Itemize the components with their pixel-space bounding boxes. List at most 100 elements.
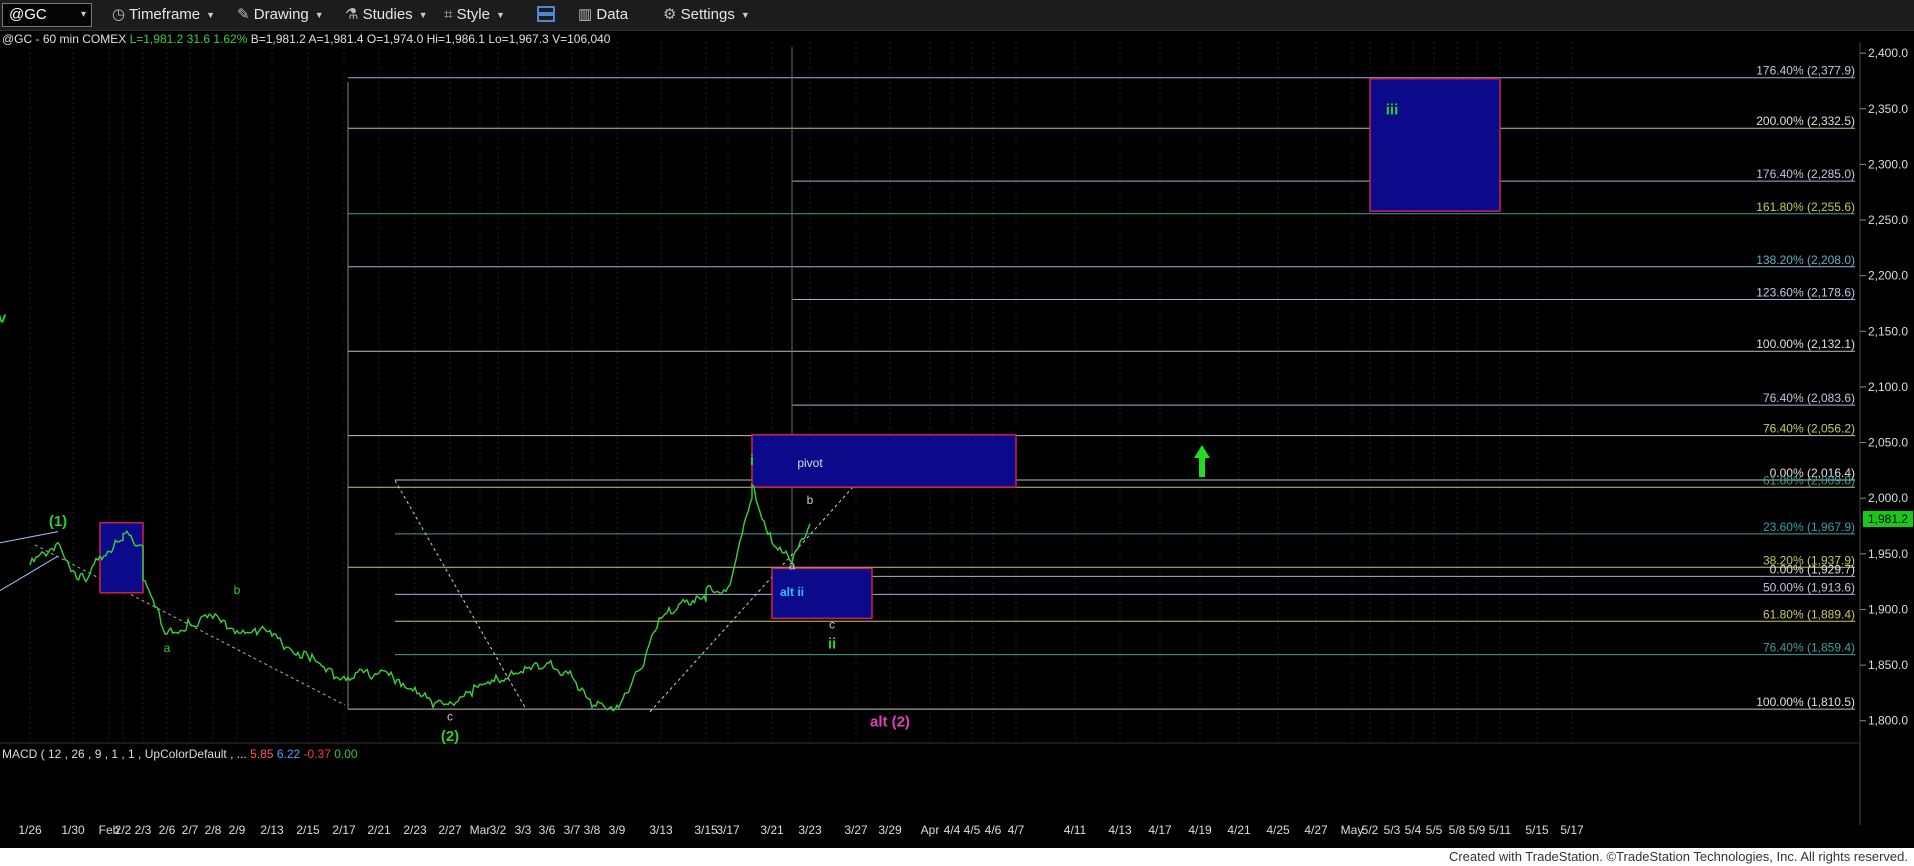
x-tick-label: 2/2 — [115, 823, 132, 837]
fib-level-label: 100.00% (1,810.5) — [1756, 695, 1855, 709]
x-tick-label: 3/8 — [584, 823, 601, 837]
y-tick-label: 2,000.0 — [1868, 491, 1908, 505]
info-low: Lo=1,967.3 — [488, 32, 549, 46]
y-tick-label: 2,100.0 — [1868, 380, 1908, 394]
y-tick-label: 1,950.0 — [1868, 547, 1908, 561]
x-tick-label: 2/8 — [205, 823, 222, 837]
wave-label: pivot — [797, 456, 823, 470]
wave-label: c — [447, 710, 453, 724]
x-tick-label: 3/29 — [878, 823, 902, 837]
macd-legend: MACD ( 12 , 26 , 9 , 1 , 1 , UpColorDefa… — [2, 747, 358, 761]
y-tick-label: 2,200.0 — [1868, 269, 1908, 283]
wave-label: a — [164, 641, 171, 655]
y-tick-label: 2,300.0 — [1868, 157, 1908, 171]
y-tick-label: 1,850.0 — [1868, 658, 1908, 672]
x-tick-label: 4/13 — [1108, 823, 1132, 837]
x-tick-label: 2/23 — [403, 823, 427, 837]
x-tick-label: 3/21 — [760, 823, 784, 837]
x-tick-label: 2/7 — [182, 823, 199, 837]
wave-label: alt ii — [780, 585, 804, 599]
x-tick-label: 5/2 — [1362, 823, 1379, 837]
y-tick-label: 2,150.0 — [1868, 324, 1908, 338]
info-exchange: COMEX — [82, 32, 127, 46]
x-tick-label: 4/19 — [1188, 823, 1212, 837]
info-high: Hi=1,986.1 — [426, 32, 485, 46]
x-tick-label: 3/3 — [515, 823, 532, 837]
x-tick-label: 3/23 — [798, 823, 822, 837]
x-tick-label: 3/7 — [564, 823, 581, 837]
wave-label: a — [789, 558, 796, 572]
x-tick-label: 3/13 — [649, 823, 673, 837]
target-box-iii — [1369, 77, 1501, 212]
wave-label: ii — [828, 635, 836, 652]
x-tick-label: 3/2 — [490, 823, 507, 837]
x-tick-label: 5/5 — [1426, 823, 1443, 837]
fib-level-label: 176.40% (2,377.9) — [1756, 64, 1855, 78]
wave-label: iv — [0, 309, 7, 326]
fib-level-label: 61.80% (1,889.4) — [1763, 607, 1855, 621]
fib-level-label: 176.40% (2,285.0) — [1756, 167, 1855, 181]
x-tick-label: 1/30 — [61, 823, 85, 837]
x-tick-label: 2/3 — [135, 823, 152, 837]
fib-level-label: 0.00% (1,929.7) — [1770, 562, 1855, 576]
x-tick-label: 3/27 — [844, 823, 868, 837]
x-tick-label: 5/3 — [1384, 823, 1401, 837]
last-price-tag: 1,981.2 — [1863, 511, 1913, 527]
macd-signal: 6.22 — [276, 747, 301, 761]
fib-level-label: 123.60% (2,178.6) — [1756, 285, 1855, 299]
x-tick-label: 3/6 — [539, 823, 556, 837]
macd-label: MACD ( 12 , 26 , 9 , 1 , 1 , UpColorDefa… — [2, 747, 247, 761]
x-tick-label: 1/26 — [18, 823, 42, 837]
price-chart[interactable]: 1,800.0 1,850.0 1,900.0 1,950.0 2,000.0 2,050… — [0, 0, 1914, 848]
x-tick-label: 2/6 — [159, 823, 176, 837]
wave-label: alt (2) — [870, 713, 910, 730]
price-series-line — [29, 483, 811, 712]
x-tick-label: 4/6 — [985, 823, 1002, 837]
x-tick-label: 5/9 — [1469, 823, 1486, 837]
footer-bar: Created with TradeStation. ©TradeStation… — [0, 848, 1914, 866]
x-tick-label: 4/5 — [964, 823, 981, 837]
macd-diff: -0.37 — [303, 747, 331, 761]
fib-level-label: 61.80% (2,009.8) — [1763, 473, 1855, 487]
x-tick-label: 2/21 — [367, 823, 391, 837]
y-tick-label: 2,050.0 — [1868, 436, 1908, 450]
wave-label: b — [807, 493, 814, 507]
info-change: 31.6 — [186, 32, 210, 46]
wave-label: (2) — [441, 728, 459, 745]
copyright-footer: Created with TradeStation. ©TradeStation… — [1448, 849, 1908, 864]
x-tick-label: 5/11 — [1489, 823, 1512, 837]
x-tick-label: 4/4 — [944, 823, 961, 837]
info-name: @GC - 60 min — [2, 32, 79, 46]
x-tick-label: Apr — [921, 823, 940, 837]
target-box-feb — [99, 521, 144, 594]
info-pct: 1.62% — [213, 32, 248, 46]
info-last: L=1,981.2 — [129, 32, 184, 46]
trend-line — [0, 531, 59, 544]
x-tick-label: 3/9 — [609, 823, 626, 837]
x-tick-label: 2/9 — [229, 823, 246, 837]
fib-level-label: 200.00% (2,332.5) — [1756, 114, 1855, 128]
fib-level-label: 76.40% (2,083.6) — [1763, 391, 1855, 405]
fib-level-label: 23.60% (1,967.9) — [1763, 520, 1855, 534]
info-bid: B=1,981.2 — [250, 32, 306, 46]
x-tick-label: 4/21 — [1227, 823, 1251, 837]
x-tick-label: Mar — [470, 823, 491, 837]
x-tick-label: 5/15 — [1525, 823, 1549, 837]
x-tick-label: May — [1341, 823, 1364, 837]
y-tick-label: 2,250.0 — [1868, 213, 1908, 227]
x-tick-label: 4/7 — [1008, 823, 1025, 837]
x-tick-label: 2/27 — [438, 823, 462, 837]
info-volume: V=106,040 — [552, 32, 611, 46]
x-tick-label: 4/17 — [1148, 823, 1172, 837]
x-tick-label: 5/4 — [1405, 823, 1422, 837]
info-open: O=1,974.0 — [366, 32, 424, 46]
fib-level-label: 76.40% (2,056.2) — [1763, 422, 1855, 436]
fib-level-label: 76.40% (1,859.4) — [1763, 641, 1855, 655]
x-tick-label: 5/17 — [1560, 823, 1584, 837]
x-tick-label: 2/15 — [296, 823, 320, 837]
x-tick-label: 2/13 — [260, 823, 284, 837]
target-box-pivot — [751, 434, 1017, 488]
y-tick-label: 2,400.0 — [1868, 46, 1908, 60]
macd-value: 5.85 — [250, 747, 274, 761]
wave-label: i — [750, 452, 754, 469]
